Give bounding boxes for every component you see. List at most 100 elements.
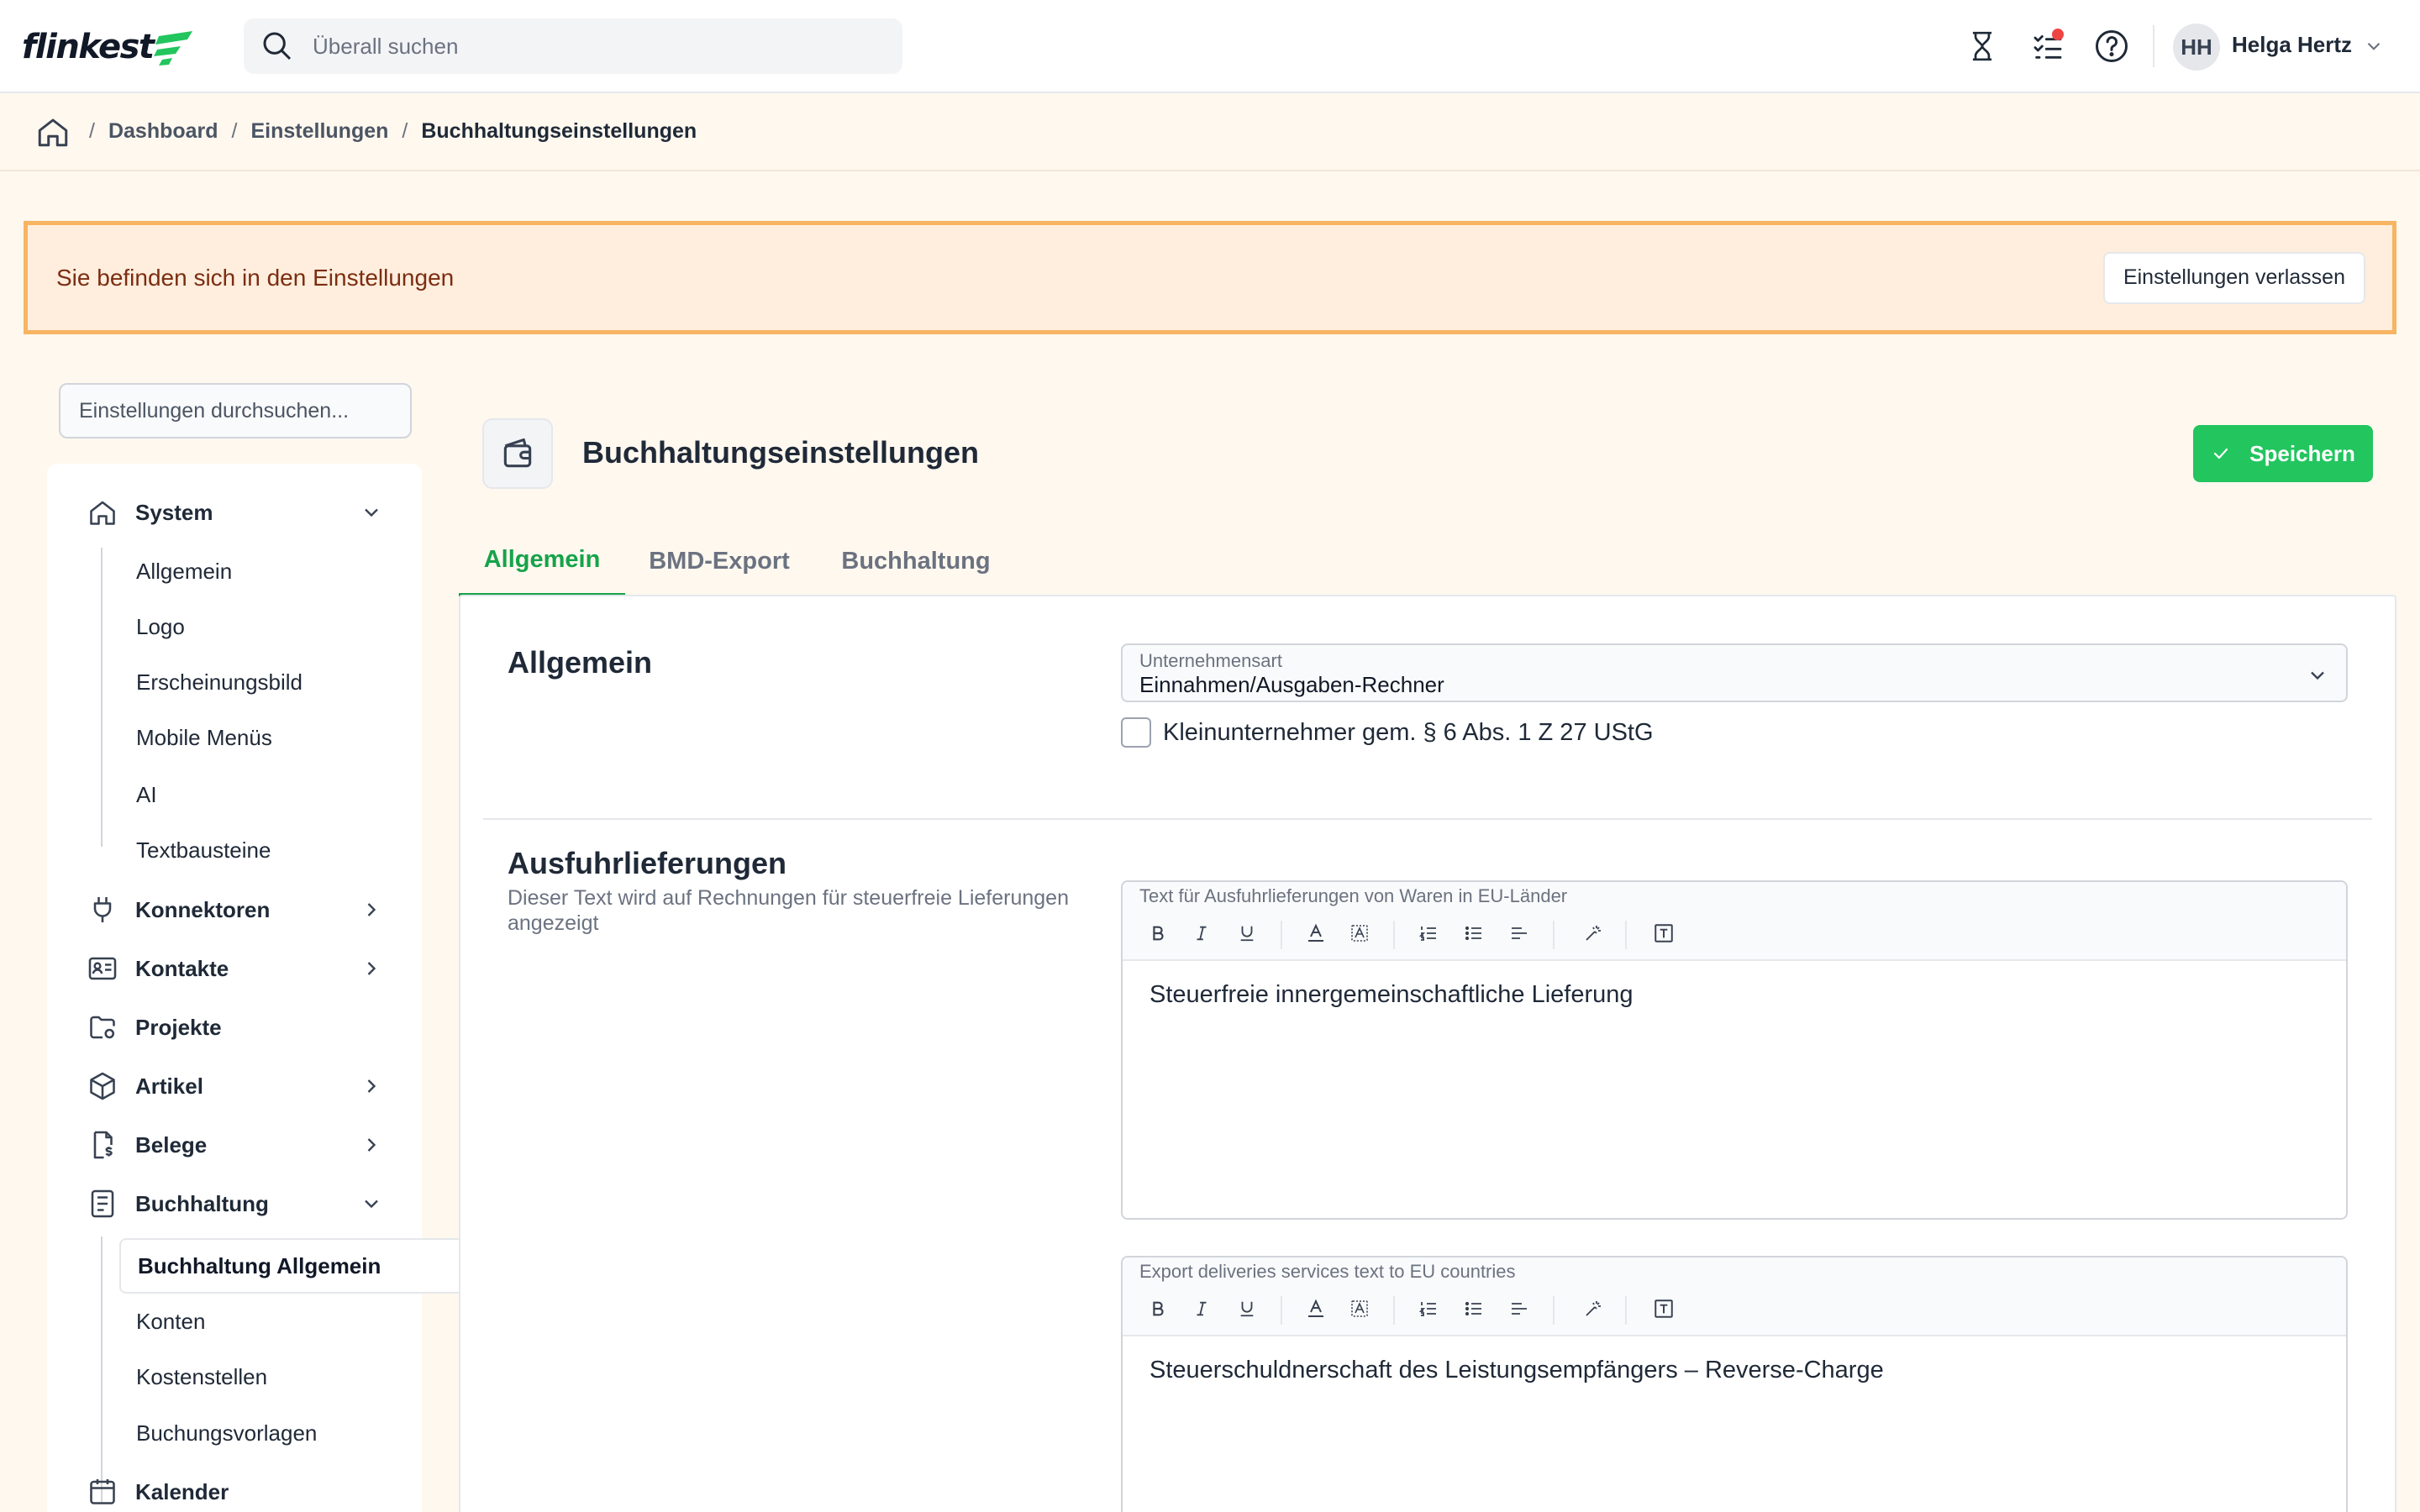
sidebar-item-projekte[interactable]: Projekte: [47, 1004, 422, 1051]
avatar[interactable]: HH: [2173, 24, 2220, 71]
top-bar: flinkest HH Helga Hertz: [0, 0, 2420, 93]
breadcrumb-settings[interactable]: Einstellungen: [251, 119, 389, 144]
timer-button[interactable]: [1963, 27, 2002, 66]
small-business-checkbox[interactable]: [1121, 717, 1151, 748]
sidebar-item-label: Artikel: [135, 1073, 203, 1099]
sidebar-item-label: System: [135, 499, 213, 525]
ordered-list-button[interactable]: [1413, 919, 1444, 948]
rich-text-editor-eu-goods[interactable]: Text für Ausfuhrlieferungen von Waren in…: [1121, 880, 2348, 1220]
hourglass-icon: [1972, 31, 1992, 61]
italic-icon: [1197, 1301, 1207, 1316]
breadcrumb-current: Buchhaltungseinstellungen: [421, 119, 697, 143]
underline-button[interactable]: [1232, 1294, 1262, 1323]
text-block-button[interactable]: [1649, 1294, 1679, 1323]
bold-button[interactable]: [1143, 1294, 1173, 1323]
align-left-icon: [1512, 1303, 1527, 1315]
sidebar-item-kalender[interactable]: Kalender: [47, 1468, 422, 1512]
company-type-select[interactable]: Unternehmensart Einnahmen/Ausgaben-Rechn…: [1121, 643, 2348, 702]
editor-content[interactable]: Steuerfreie innergemeinschaftliche Liefe…: [1150, 981, 1634, 1009]
bold-button[interactable]: [1143, 919, 1173, 948]
align-button[interactable]: [1504, 1294, 1534, 1323]
sidebar-item-konnektoren[interactable]: Konnektoren: [47, 886, 422, 933]
ordered-list-icon: [1418, 1302, 1436, 1316]
sidebar-item-kontakte[interactable]: Kontakte: [47, 945, 422, 992]
settings-sidebar: System Allgemein Logo Erscheinungsbild M…: [47, 464, 477, 1512]
sidebar-sub-textbausteine[interactable]: Textbausteine: [136, 828, 271, 872]
sidebar-item-belege[interactable]: Belege: [47, 1121, 422, 1168]
global-search[interactable]: [244, 18, 902, 74]
sidebar-item-artikel[interactable]: Artikel: [47, 1063, 422, 1110]
toolbar-separator: [1553, 1296, 1555, 1325]
tab-bmd-export[interactable]: BMD-Export: [625, 526, 813, 596]
bullet-list-button[interactable]: [1459, 919, 1489, 948]
breadcrumb-dashboard[interactable]: Dashboard: [108, 119, 218, 144]
small-business-option[interactable]: Kleinunternehmer gem. § 6 Abs. 1 Z 27 US…: [1121, 717, 1654, 748]
user-name[interactable]: Helga Hertz: [2232, 32, 2352, 58]
sidebar-item-buchhaltung[interactable]: Buchhaltung: [47, 1180, 422, 1227]
clear-format-button[interactable]: [1578, 919, 1608, 948]
toolbar-separator: [1393, 1296, 1395, 1325]
editor-toolbar: Text für Ausfuhrlieferungen von Waren in…: [1123, 882, 2346, 961]
tasks-button[interactable]: [2028, 27, 2067, 66]
editor-content[interactable]: Steuerschuldnerschaft des Leistungsempfä…: [1150, 1357, 1884, 1384]
settings-search-input[interactable]: [59, 383, 412, 438]
help-icon: [2096, 30, 2128, 62]
chevron-right-icon: [367, 1079, 376, 1093]
breadcrumb-separator: /: [402, 119, 408, 143]
home-icon[interactable]: [35, 114, 71, 150]
highlight-button[interactable]: [1344, 1294, 1375, 1323]
sidebar-item-label: Konnektoren: [135, 896, 271, 922]
magic-wand-icon: [1586, 1301, 1601, 1316]
logo-mark-icon: [153, 31, 192, 66]
section-divider: [483, 818, 2372, 820]
sidebar-sub-mobile-menus[interactable]: Mobile Menüs: [136, 716, 272, 759]
chevron-right-icon: [367, 903, 376, 916]
sidebar-sub-erscheinungsbild[interactable]: Erscheinungsbild: [136, 660, 302, 704]
calendar-icon: [90, 1479, 115, 1504]
chevron-down-icon[interactable]: [2363, 35, 2385, 57]
sidebar-sub-allgemein[interactable]: Allgemein: [136, 549, 232, 593]
magic-wand-icon: [1586, 926, 1601, 941]
rich-text-editor-eu-services[interactable]: Export deliveries services text to EU co…: [1121, 1256, 2348, 1512]
submenu-line: [101, 548, 103, 847]
help-button[interactable]: [2092, 27, 2131, 66]
company-type-label: Unternehmensart: [1139, 650, 1282, 671]
bullet-list-button[interactable]: [1459, 1294, 1489, 1323]
breadcrumb-separator: /: [231, 119, 238, 143]
italic-icon: [1197, 926, 1207, 941]
ledger-icon: [91, 1189, 114, 1218]
ordered-list-button[interactable]: [1413, 1294, 1444, 1323]
contact-card-icon: [88, 957, 117, 980]
sidebar-sub-buchhaltung-allgemein[interactable]: Buchhaltung Allgemein: [119, 1238, 477, 1294]
font-color-button[interactable]: [1301, 919, 1331, 948]
clear-format-button[interactable]: [1578, 1294, 1608, 1323]
sidebar-sub-konten[interactable]: Konten: [136, 1299, 205, 1343]
text-block-button[interactable]: [1649, 919, 1679, 948]
company-type-value: Einnahmen/Ausgaben-Rechner: [1139, 672, 1444, 697]
highlight-button[interactable]: [1344, 919, 1375, 948]
app-logo[interactable]: flinkest: [22, 24, 196, 71]
tab-buchhaltung[interactable]: Buchhaltung: [813, 526, 1018, 596]
breadcrumb: / Dashboard / Einstellungen / Buchhaltun…: [0, 93, 2420, 171]
global-search-input[interactable]: [313, 33, 850, 60]
editor-label: Text für Ausfuhrlieferungen von Waren in…: [1139, 885, 1568, 906]
save-button[interactable]: Speichern: [2193, 425, 2373, 482]
sidebar-sub-ai[interactable]: AI: [136, 773, 157, 816]
sidebar-item-system[interactable]: System: [47, 489, 422, 536]
font-color-button[interactable]: [1301, 1294, 1331, 1323]
highlight-icon: [1351, 1300, 1368, 1317]
underline-button[interactable]: [1232, 919, 1262, 948]
sidebar-sub-kostenstellen[interactable]: Kostenstellen: [136, 1355, 267, 1399]
plug-icon: [93, 897, 112, 922]
save-button-label: Speichern: [2249, 440, 2355, 466]
italic-button[interactable]: [1186, 919, 1217, 948]
align-button[interactable]: [1504, 919, 1534, 948]
sidebar-sub-logo[interactable]: Logo: [136, 605, 185, 648]
leave-settings-button[interactable]: Einstellungen verlassen: [2102, 251, 2365, 304]
align-left-icon: [1512, 927, 1527, 939]
italic-button[interactable]: [1186, 1294, 1217, 1323]
sidebar-sub-buchungsvorlagen[interactable]: Buchungsvorlagen: [136, 1411, 317, 1455]
underline-icon: [1240, 926, 1254, 942]
text-box-icon: [1655, 1299, 1673, 1318]
tab-allgemein[interactable]: Allgemein: [459, 526, 625, 596]
